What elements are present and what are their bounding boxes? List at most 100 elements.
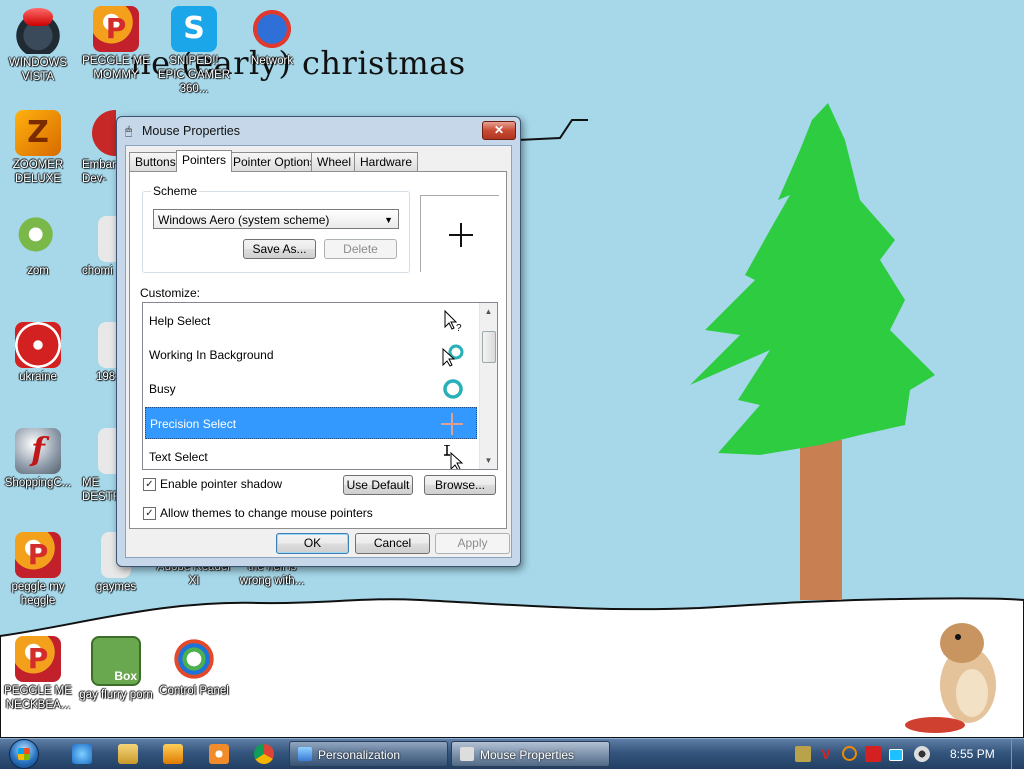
- chomi-icon: [98, 216, 116, 262]
- scroll-thumb[interactable]: [482, 331, 496, 363]
- embarcadero-icon: [92, 110, 116, 156]
- use-default-button[interactable]: Use Default: [343, 475, 413, 495]
- volume-icon[interactable]: [914, 746, 930, 762]
- desktop-icon-ukraine[interactable]: ukraine: [0, 322, 76, 384]
- desktop-icon-gay-flurry[interactable]: gay flurry porn: [78, 636, 154, 702]
- tree-trunk: [800, 440, 842, 600]
- internet-explorer-icon[interactable]: [72, 744, 92, 764]
- me-destr-icon: [98, 428, 116, 474]
- desktop-icon-windows-vista[interactable]: WINDOWS VISTA: [0, 6, 76, 84]
- working-background-cursor-icon: [442, 344, 464, 367]
- enable-shadow-checkbox[interactable]: ✓: [143, 478, 156, 491]
- browse-button[interactable]: Browse...: [424, 475, 496, 495]
- scheme-selected: Windows Aero (system scheme): [158, 213, 330, 227]
- windows-logo-icon: [9, 739, 39, 769]
- tab-pointers[interactable]: Pointers: [176, 150, 233, 172]
- control-panel-icon: [171, 636, 217, 682]
- peggle-icon: [93, 6, 139, 52]
- scheme-group: Scheme Windows Aero (system scheme) ▼ Sa…: [142, 184, 410, 273]
- hamster-mascot: [905, 623, 996, 733]
- clock[interactable]: 8:55 PM: [950, 747, 995, 761]
- ok-button[interactable]: OK: [276, 533, 349, 554]
- precision-select-cursor-icon: [441, 413, 463, 435]
- chrome-icon[interactable]: [254, 744, 274, 764]
- peggle-icon: [15, 636, 61, 682]
- tab-hardware[interactable]: Hardware: [354, 152, 419, 171]
- search-icon[interactable]: [842, 746, 857, 761]
- desktop-icon-chomi[interactable]: chomi: [78, 216, 116, 278]
- tree-foliage: [690, 103, 935, 455]
- scroll-down-icon[interactable]: ▼: [480, 452, 497, 469]
- desktop-icon-zom[interactable]: zom: [0, 216, 76, 278]
- scheme-label: Scheme: [151, 184, 200, 198]
- desktop-icon-peggle-my-heggle[interactable]: peggle my heggle: [0, 532, 76, 608]
- media-player-icon[interactable]: [163, 744, 183, 764]
- cancel-button[interactable]: Cancel: [355, 533, 430, 554]
- zom-icon: [15, 216, 61, 262]
- list-item[interactable]: Working In Background: [145, 339, 477, 371]
- skype-icon: [171, 6, 217, 52]
- show-desktop-button[interactable]: [1011, 739, 1024, 769]
- flag-icon[interactable]: [865, 746, 881, 762]
- desktop-icon-control-panel[interactable]: Control Panel: [156, 636, 232, 698]
- peggle-icon: [15, 532, 61, 578]
- close-button[interactable]: ✕: [482, 121, 516, 140]
- desktop-icon-peggle-me-mommy[interactable]: PEGGLE ME MOMMY: [78, 6, 154, 82]
- tab-pointer-options[interactable]: Pointer Options: [227, 152, 322, 171]
- paint-icon[interactable]: [209, 744, 229, 764]
- start-button[interactable]: [6, 739, 42, 769]
- pointer-list[interactable]: Help Select ? Working In Background Busy…: [142, 302, 498, 470]
- desktop-icon-zoomer-deluxe[interactable]: ZOOMER DELUXE: [0, 110, 76, 186]
- dialog-client: Buttons Pointers Pointer Options Wheel H…: [125, 145, 512, 558]
- list-scrollbar[interactable]: ▲ ▼: [479, 303, 497, 469]
- allow-themes-label: Allow themes to change mouse pointers: [160, 506, 373, 520]
- scroll-up-icon[interactable]: ▲: [480, 303, 497, 320]
- help-select-cursor-icon: ?: [444, 309, 462, 333]
- list-item[interactable]: Text Select: [145, 441, 477, 469]
- desktop-icon-peggle-me-neckbea[interactable]: PEGGLE ME NECKBEA...: [0, 636, 76, 712]
- list-item[interactable]: Busy: [145, 373, 477, 405]
- tab-buttons[interactable]: Buttons: [129, 152, 182, 171]
- cursor-preview: [420, 195, 499, 272]
- pointers-panel: Scheme Windows Aero (system scheme) ▼ Sa…: [129, 171, 507, 529]
- network-icon: [249, 6, 295, 52]
- taskbar-button-personalization[interactable]: Personalization: [289, 741, 448, 767]
- enable-shadow-label: Enable pointer shadow: [160, 477, 283, 491]
- explorer-folder-icon[interactable]: [118, 744, 138, 764]
- zoomer-icon: [15, 110, 61, 156]
- tray-app-icon[interactable]: [795, 746, 811, 762]
- close-icon: ✕: [493, 123, 505, 137]
- display-icon[interactable]: [889, 749, 903, 761]
- delete-button[interactable]: Delete: [324, 239, 397, 259]
- save-as-button[interactable]: Save As...: [243, 239, 316, 259]
- desktop-icon-shopping[interactable]: ShoppingC...: [0, 428, 76, 490]
- desktop-icon-198[interactable]: 198: [78, 322, 116, 384]
- radiation-icon: [15, 322, 61, 368]
- mountain-line: [517, 119, 588, 141]
- document-icon: [98, 322, 116, 368]
- desktop-icon-sniped[interactable]: SNIPED!! EPIC GAMER 360...: [156, 6, 232, 96]
- apply-button[interactable]: Apply: [435, 533, 510, 554]
- allow-themes-checkbox[interactable]: ✓: [143, 507, 156, 520]
- customize-label: Customize:: [140, 286, 201, 300]
- system-tray: V 8:55 PM: [790, 739, 1024, 769]
- dialog-titlebar[interactable]: 🖱 Mouse Properties ✕: [117, 117, 520, 145]
- vista-game-icon: [15, 8, 61, 54]
- desktop-icon-me-destr[interactable]: ME DESTR: [78, 428, 116, 504]
- text-select-cursor-icon: [444, 445, 464, 469]
- box-icon: [91, 636, 141, 686]
- list-item[interactable]: Help Select ?: [145, 305, 477, 337]
- svg-text:?: ?: [456, 323, 462, 333]
- taskbar-button-mouse-properties[interactable]: Mouse Properties: [451, 741, 610, 767]
- scheme-dropdown[interactable]: Windows Aero (system scheme) ▼: [153, 209, 399, 229]
- flash-icon: [15, 428, 61, 474]
- list-item-selected[interactable]: Precision Select: [145, 407, 477, 439]
- desktop-icon-embarcadero[interactable]: Embar Dev-: [78, 110, 116, 186]
- busy-cursor-icon: [443, 379, 463, 399]
- mouse-icon: [460, 747, 474, 761]
- tab-wheel[interactable]: Wheel: [311, 152, 358, 171]
- desktop-icon-network[interactable]: Network: [234, 6, 310, 68]
- mouse-icon: 🖱: [125, 124, 133, 138]
- antivirus-icon[interactable]: V: [818, 746, 834, 762]
- mouse-properties-dialog: 🖱 Mouse Properties ✕ Buttons Pointers Po…: [116, 116, 521, 567]
